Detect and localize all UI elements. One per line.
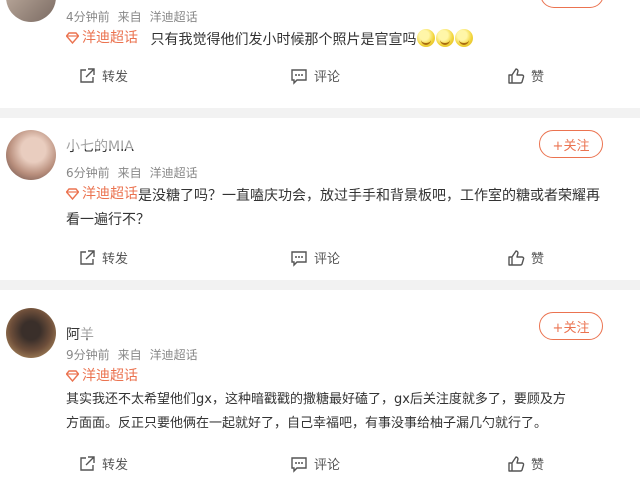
share-label: 转发 [102,70,129,85]
post-body: 只有我觉得他们发小时候那个照片是官宣吗 [150,32,417,48]
comment-icon [291,456,307,473]
emoji-icon [436,29,455,47]
follow-button[interactable]: +关注 [539,130,603,158]
comment-label: 评论 [314,70,341,85]
share-button[interactable]: 转发 [78,248,128,267]
topic-label: 洋迪超话 [82,30,138,46]
comment-icon [291,68,307,85]
comment-icon [291,250,307,267]
post-body-line1: 是没糖了吗？一直嗑庆功会，放过手手和背景板吧，工作室的糖或者荣耀再 [138,188,600,204]
post-body-line1: 其实我还不太希望他们gx，这种暗戳戳的撒糖最好磕了，gx后关注度就多了，要顾及方 [66,392,566,407]
username-mask [66,135,140,149]
like-button[interactable]: 赞 [507,454,544,473]
avatar[interactable] [6,308,56,358]
share-icon [80,67,95,83]
post-time: 9分钟前 [66,348,110,362]
post-source-label: 来自 [117,10,142,24]
post-source-label: 来自 [117,348,142,362]
emoji-icon [417,29,436,47]
comment-button[interactable]: 评论 [290,66,340,85]
post-source-label: 来自 [117,166,142,180]
post-time: 6分钟前 [66,166,110,180]
like-label: 赞 [531,252,545,267]
action-bar: 转发 评论 赞 [0,454,640,480]
action-bar: 转发 评论 赞 [0,66,640,92]
share-button[interactable]: 转发 [78,454,128,473]
post-2: 小七的MIA +关注 6分钟前来自洋迪超话 洋迪超话 是没糖了吗？一直嗑庆功会，… [0,118,640,280]
thumbs-up-icon [508,249,525,266]
post-text: 洋迪超话 只有我觉得他们发小时候那个照片是官宣吗 [66,26,626,52]
avatar[interactable] [6,0,56,22]
username-mask [80,324,124,338]
post-meta: 4分钟前 来自 洋迪超话 [66,8,206,25]
post-source-topic[interactable]: 洋迪超话 [150,348,198,362]
like-label: 赞 [531,458,545,473]
share-icon [80,455,95,471]
post-3: 阿羊 +关注 9分钟前来自洋迪超话 洋迪超话 其实我还不太希望他们gx，这种暗戳… [0,290,640,486]
thumbs-up-icon [508,455,525,472]
post-text: 洋迪超话 是没糖了吗？一直嗑庆功会，放过手手和背景板吧，工作室的糖或者荣耀再 看… [66,182,636,232]
post-topic-line: 洋迪超话 [66,364,366,390]
like-label: 赞 [531,70,545,85]
topic-link[interactable]: 洋迪超话 [66,364,138,388]
post-1: 4分钟前 来自 洋迪超话 洋迪超话 只有我觉得他们发小时候那个照片是官宣吗 转发 评… [0,0,640,108]
topic-label: 洋迪超话 [82,186,138,202]
like-button[interactable]: 赞 [507,248,544,267]
follow-button[interactable]: +关注 [539,312,603,340]
thumbs-up-icon [508,67,525,84]
topic-label: 洋迪超话 [82,368,138,384]
diamond-icon [66,32,79,44]
follow-button-partial[interactable] [540,0,604,8]
topic-link[interactable]: 洋迪超话 [66,26,138,50]
comment-label: 评论 [314,458,341,473]
like-button[interactable]: 赞 [507,66,544,85]
post-source-topic[interactable]: 洋迪超话 [150,10,198,24]
share-button[interactable]: 转发 [78,66,128,85]
post-text: 其实我还不太希望他们gx，这种暗戳戳的撒糖最好磕了，gx后关注度就多了，要顾及方… [66,388,636,436]
comment-button[interactable]: 评论 [290,248,340,267]
post-source-topic[interactable]: 洋迪超话 [150,166,198,180]
post-time: 4分钟前 [66,10,110,24]
comment-button[interactable]: 评论 [290,454,340,473]
action-bar: 转发 评论 赞 [0,248,640,274]
diamond-icon [66,370,79,382]
emoji-icon [455,29,474,47]
post-body-line2: 看一遍行不？ [66,212,150,228]
post-meta: 6分钟前 来自 洋迪超话 [66,164,206,181]
topic-link[interactable]: 洋迪超话 [66,182,138,206]
share-label: 转发 [102,458,129,473]
diamond-icon [66,188,79,200]
comment-label: 评论 [314,252,341,267]
share-label: 转发 [102,252,129,267]
post-meta: 9分钟前 来自 洋迪超话 [66,346,206,363]
avatar[interactable] [6,130,56,180]
post-body-line2: 方面面。反正只要他俩在一起就好了，自己幸福吧，有事没事给柚子漏几勺就行了。 [66,416,548,431]
share-icon [80,249,95,265]
